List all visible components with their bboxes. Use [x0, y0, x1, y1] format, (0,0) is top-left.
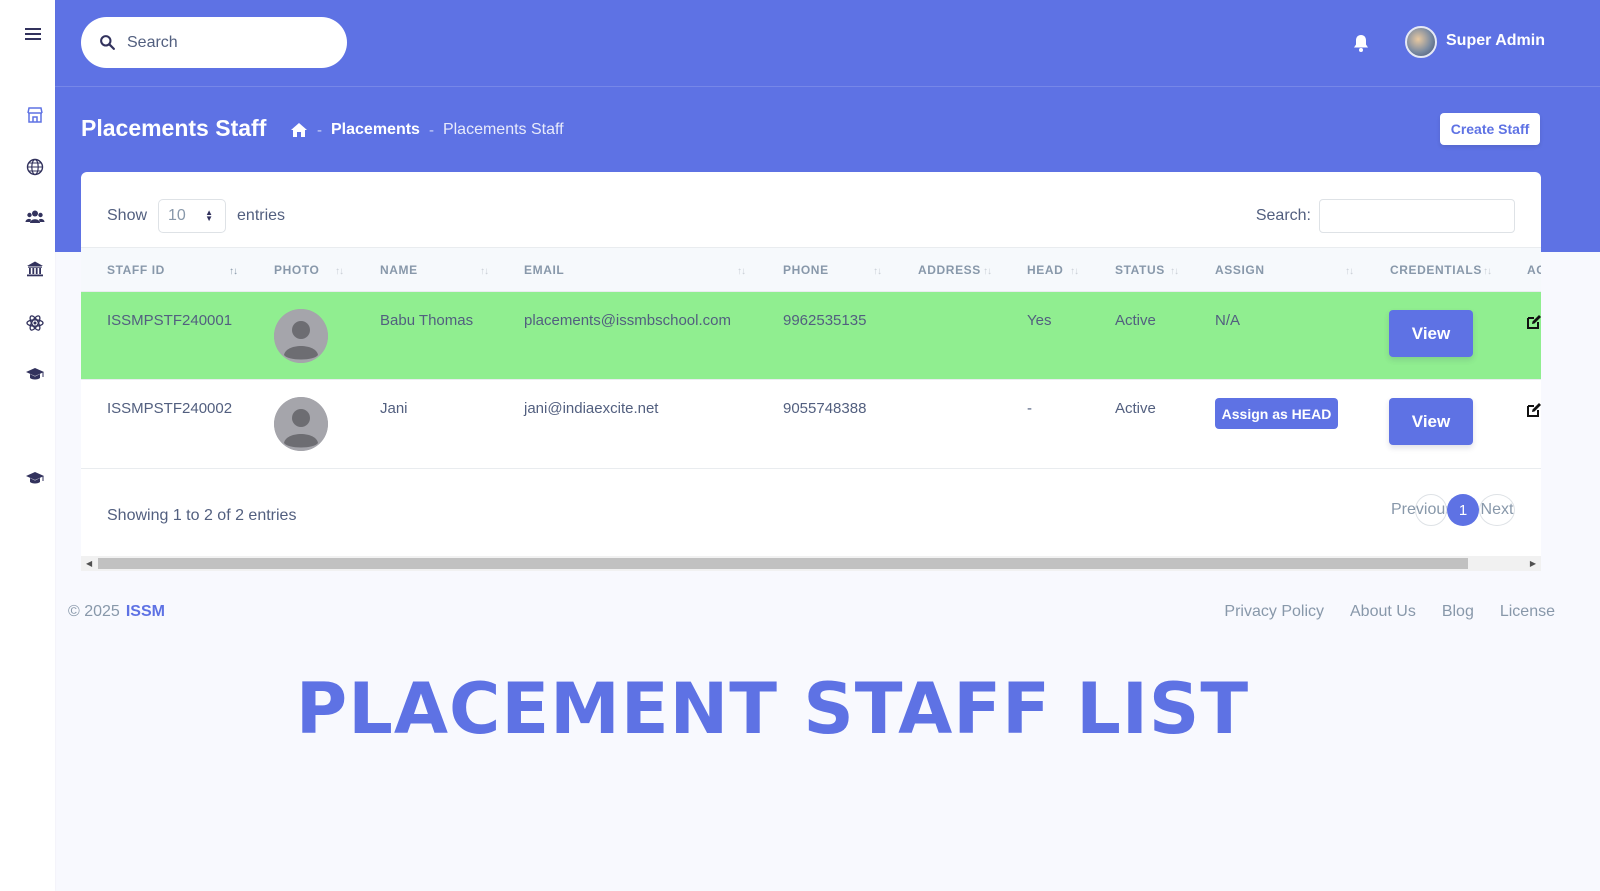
column-head[interactable]: HEAD	[1027, 263, 1063, 277]
cell-staff-id: ISSMPSTF240002	[107, 400, 233, 417]
footer-brand-link[interactable]: ISSM	[126, 603, 165, 620]
search-placeholder: Search	[127, 33, 178, 51]
sort-icon[interactable]: ↑↓	[737, 266, 746, 277]
sort-icon[interactable]: ↑↓	[335, 266, 344, 277]
breadcrumb-placements[interactable]: Placements	[331, 121, 420, 139]
sort-icon[interactable]: ↑↓	[873, 266, 882, 277]
user-name[interactable]: Super Admin	[1446, 32, 1545, 50]
scroll-left-icon[interactable]: ◀	[86, 559, 92, 568]
column-email[interactable]: EMAIL	[524, 263, 564, 277]
column-address[interactable]: ADDRESS	[918, 263, 981, 277]
scrollbar-thumb[interactable]	[98, 558, 1468, 569]
footer-links: Privacy Policy About Us Blog License	[1198, 603, 1555, 621]
pagination: Previous 1 Next	[1385, 494, 1515, 526]
graduation-cap-icon[interactable]	[24, 363, 46, 385]
home-icon[interactable]	[290, 122, 308, 138]
horizontal-scrollbar[interactable]: ◀ ▶	[81, 556, 1541, 571]
cell-phone: 9055748388	[783, 400, 867, 417]
column-phone[interactable]: PHONE	[783, 263, 829, 277]
staff-photo	[274, 397, 328, 451]
header-divider	[55, 86, 1600, 87]
cell-email: jani@indiaexcite.net	[524, 400, 659, 417]
footer-link-about[interactable]: About Us	[1350, 603, 1416, 621]
page-banner-title: PLACEMENT STAFF LIST	[295, 668, 1250, 750]
globe-icon[interactable]	[24, 156, 46, 178]
table-row: ISSMPSTF240002 Jani jani@indiaexcite.net…	[81, 380, 1541, 469]
sort-icon[interactable]: ↑↓	[1070, 266, 1079, 277]
search-input[interactable]: Search	[81, 17, 347, 68]
atom-icon[interactable]	[24, 312, 46, 334]
entries-value: 10	[168, 207, 186, 224]
breadcrumb-separator: -	[317, 121, 322, 139]
column-name[interactable]: NAME	[380, 263, 418, 277]
sort-icon[interactable]: ↑↓	[1345, 266, 1354, 277]
sort-icon[interactable]: ↑↓	[1483, 266, 1492, 277]
cell-status: Active	[1115, 312, 1156, 329]
store-icon[interactable]	[24, 104, 46, 126]
next-page-button[interactable]: Next	[1479, 494, 1515, 526]
entries-label: entries	[237, 207, 286, 224]
select-arrows-icon: ▲ ▼	[205, 208, 214, 223]
search-icon	[100, 35, 115, 50]
cell-email: placements@issmbschool.com	[524, 312, 731, 329]
breadcrumb-separator: -	[428, 121, 434, 139]
edit-icon[interactable]	[1526, 402, 1541, 418]
menu-toggle-icon[interactable]	[25, 28, 41, 40]
sort-icon[interactable]: ↑↓	[983, 266, 992, 277]
breadcrumb-current: Placements Staff	[442, 121, 564, 138]
table-row: ISSMPSTF240001 Babu Thomas placements@is…	[81, 292, 1541, 380]
cell-name: Babu Thomas	[380, 312, 474, 329]
column-status[interactable]: STATUS	[1115, 263, 1165, 277]
column-assign[interactable]: ASSIGN	[1215, 263, 1265, 277]
entries-control: Show 10 ▲ ▼ entries	[107, 199, 285, 233]
table-info: Showing 1 to 2 of 2 entries	[107, 507, 297, 524]
avatar[interactable]	[1405, 26, 1437, 58]
staff-photo	[274, 309, 328, 363]
scroll-right-icon[interactable]: ▶	[1530, 559, 1536, 568]
previous-page-border	[1415, 494, 1447, 526]
sidebar	[0, 0, 55, 891]
breadcrumb: - Placements - Placements Staff	[290, 121, 564, 139]
previous-page-button[interactable]: Previous	[1385, 494, 1447, 526]
table-search-label: Search:	[1255, 207, 1311, 224]
sort-icon[interactable]: ↑↓	[480, 266, 489, 277]
entries-select[interactable]: 10 ▲ ▼	[158, 199, 227, 233]
users-icon[interactable]	[24, 206, 46, 228]
cell-phone: 9962535135	[783, 312, 867, 329]
staff-table-card: Show 10 ▲ ▼ entries Search: STAFF ID ↑↓ P…	[81, 172, 1541, 556]
footer-link-blog[interactable]: Blog	[1442, 603, 1474, 621]
edit-icon[interactable]	[1526, 314, 1541, 330]
view-credentials-button[interactable]: View	[1389, 398, 1473, 445]
footer-link-license[interactable]: License	[1500, 603, 1555, 621]
footer-link-privacy[interactable]: Privacy Policy	[1224, 603, 1324, 621]
graduation-cap-icon-2[interactable]	[24, 467, 46, 489]
show-label: Show	[107, 207, 148, 224]
table-search: Search:	[1256, 199, 1515, 233]
cell-name: Jani	[380, 400, 408, 417]
cell-head: -	[1027, 400, 1032, 417]
column-actions[interactable]: AC	[1527, 263, 1541, 277]
page-1-button[interactable]: 1	[1447, 494, 1479, 526]
create-staff-button[interactable]: Create Staff	[1440, 113, 1540, 145]
sort-icon[interactable]: ↑↓	[1170, 266, 1179, 277]
table-search-input[interactable]	[1319, 199, 1515, 233]
cell-head: Yes	[1027, 312, 1052, 329]
table-header: STAFF ID ↑↓ PHOTO ↑↓ NAME ↑↓ EMAIL ↑↓ PH…	[81, 247, 1541, 292]
copyright: © 2025 ISSM	[68, 603, 165, 621]
sort-asc-icon[interactable]: ↑↓	[229, 266, 238, 277]
cell-assign: N/A	[1215, 312, 1241, 329]
cell-status: Active	[1115, 400, 1156, 417]
page-title: Placements Staff	[81, 115, 267, 141]
column-staff-id[interactable]: STAFF ID	[107, 263, 165, 277]
institution-icon[interactable]	[24, 258, 46, 280]
copyright-text: © 2025	[68, 603, 120, 620]
cell-staff-id: ISSMPSTF240001	[107, 312, 233, 329]
assign-head-button[interactable]: Assign as HEAD	[1215, 398, 1338, 429]
bell-icon[interactable]	[1352, 33, 1370, 53]
view-credentials-button[interactable]: View	[1389, 310, 1473, 357]
column-credentials[interactable]: CREDENTIALS	[1390, 263, 1482, 277]
column-photo[interactable]: PHOTO	[274, 263, 319, 277]
